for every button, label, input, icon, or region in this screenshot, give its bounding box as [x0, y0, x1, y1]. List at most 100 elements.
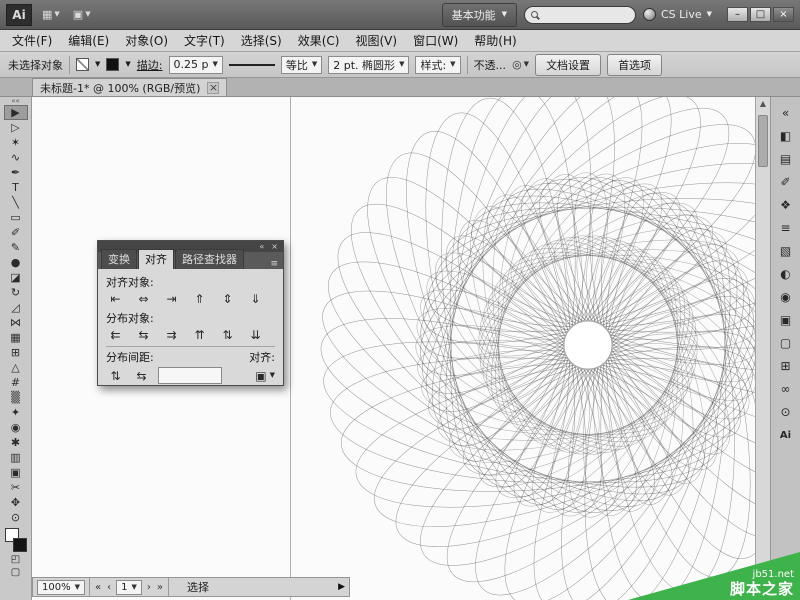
distribute-bottom-button[interactable]: ⇉ [162, 327, 181, 342]
pencil-tool[interactable]: ✎ [4, 240, 28, 255]
pen-tool[interactable]: ✒ [4, 165, 28, 180]
document-setup-button[interactable]: 文档设置 [535, 53, 602, 76]
stroke-swatch[interactable] [12, 538, 27, 552]
spacing-value-input[interactable] [158, 367, 222, 384]
fill-color-swatch[interactable] [76, 58, 89, 71]
slice-tool[interactable]: ✂ [4, 480, 28, 495]
menu-edit[interactable]: 编辑(E) [60, 29, 117, 52]
menu-help[interactable]: 帮助(H) [466, 29, 524, 52]
stroke-color-swatch[interactable] [106, 58, 120, 71]
width-profile-combo[interactable]: 等比 ▼ [280, 55, 323, 74]
tab-pathfinder[interactable]: 路径查找器 [175, 249, 244, 269]
align-h-center-button[interactable]: ⇔ [134, 291, 153, 306]
workspace-switcher-button[interactable]: 基本功能 ▼ [441, 2, 517, 27]
align-panel[interactable]: « × 变换 对齐 路径查找器 ≡ 对齐对象: ⇤ ⇔ ⇥ ⇑ ⇕ ⇓ 分布对象… [97, 240, 284, 386]
drawing-mode-icon[interactable]: ◰ [4, 553, 28, 566]
zoom-tool[interactable]: ⊙ [4, 510, 28, 525]
menu-window[interactable]: 窗口(W) [405, 29, 466, 52]
restore-button[interactable]: □ [750, 7, 771, 22]
artboard-number-combo[interactable]: 1 ▼ [116, 579, 142, 595]
menu-effect[interactable]: 效果(C) [290, 29, 348, 52]
gradient-tool[interactable]: ▒ [4, 390, 28, 405]
first-artboard-icon[interactable]: « [94, 582, 102, 593]
horizontal-spacing-button[interactable]: ⇆ [132, 368, 151, 383]
layers-panel-icon[interactable]: ▢ [774, 332, 798, 354]
symbols-panel-icon[interactable]: ❖ [774, 194, 798, 216]
ai-access-icon[interactable]: Ai [774, 424, 798, 446]
direct-selection-tool[interactable]: ▷ [4, 120, 28, 135]
next-artboard-icon[interactable]: › [146, 582, 152, 593]
align-to-dropdown[interactable]: ▣ ▼ [255, 369, 275, 383]
transparency-panel-icon[interactable]: ◐ [774, 263, 798, 285]
navigator-panel-icon[interactable]: ⊙ [774, 401, 798, 423]
close-button[interactable]: × [773, 7, 794, 22]
eraser-tool[interactable]: ◪ [4, 270, 28, 285]
perspective-grid-tool[interactable]: △ [4, 360, 28, 375]
graphic-styles-panel-icon[interactable]: ▣ [774, 309, 798, 331]
distribute-v-center-button[interactable]: ⇆ [134, 327, 153, 342]
color-panel-icon[interactable]: ◧ [774, 125, 798, 147]
scroll-up-icon[interactable]: ▲ [756, 99, 770, 108]
artboards-panel-icon[interactable]: ⊞ [774, 355, 798, 377]
selection-tool[interactable]: ▶ [3, 105, 28, 120]
align-top-button[interactable]: ⇑ [190, 291, 209, 306]
tab-transform[interactable]: 变换 [101, 249, 137, 269]
panel-close-icon[interactable]: × [271, 242, 278, 251]
status-expand-icon[interactable]: ▶ [338, 582, 345, 592]
stroke-width-combo[interactable]: 0.25 p ▼ [168, 55, 223, 74]
launch-bridge-icon[interactable]: ▦ ▼ [39, 7, 63, 22]
menu-object[interactable]: 对象(O) [117, 29, 176, 52]
align-left-button[interactable]: ⇤ [106, 291, 125, 306]
screen-mode-icon[interactable]: ▢ [4, 566, 28, 579]
search-box[interactable] [523, 5, 636, 24]
cs-live-button[interactable]: CS Live ▼ [642, 8, 712, 21]
shape-builder-tool[interactable]: ⊞ [4, 345, 28, 360]
fill-stroke-indicator[interactable] [4, 528, 27, 552]
symbol-sprayer-tool[interactable]: ✱ [4, 435, 28, 450]
distribute-left-button[interactable]: ⇈ [190, 327, 209, 342]
align-v-center-button[interactable]: ⇕ [218, 291, 237, 306]
stroke-label[interactable]: 描边: [137, 57, 163, 73]
minimize-button[interactable]: – [727, 7, 748, 22]
vertical-spacing-button[interactable]: ⇅ [106, 368, 125, 383]
tab-align[interactable]: 对齐 [138, 249, 174, 269]
style-combo[interactable]: 样式: ▼ [415, 55, 461, 74]
distribute-top-button[interactable]: ⇇ [106, 327, 125, 342]
last-artboard-icon[interactable]: » [156, 582, 164, 593]
hand-tool[interactable]: ✥ [4, 495, 28, 510]
mesh-tool[interactable]: # [4, 375, 28, 390]
magic-wand-tool[interactable]: ✶ [4, 135, 28, 150]
appearance-panel-icon[interactable]: ◉ [774, 286, 798, 308]
tools-panel-collapse-icon[interactable]: «« [0, 97, 31, 105]
lasso-tool[interactable]: ∿ [4, 150, 28, 165]
gradient-panel-icon[interactable]: ▧ [774, 240, 798, 262]
align-right-button[interactable]: ⇥ [162, 291, 181, 306]
menu-type[interactable]: 文字(T) [176, 29, 233, 52]
line-segment-tool[interactable]: ╲ [4, 195, 28, 210]
scrollbar-thumb[interactable] [758, 115, 768, 167]
arrange-documents-icon[interactable]: ▣ ▼ [70, 7, 94, 22]
panel-menu-icon[interactable]: ≡ [270, 259, 280, 269]
vertical-scrollbar[interactable]: ▲ ▼ [755, 97, 770, 600]
align-bottom-button[interactable]: ⇓ [246, 291, 265, 306]
blend-tool[interactable]: ◉ [4, 420, 28, 435]
rotate-tool[interactable]: ↻ [4, 285, 28, 300]
width-tool[interactable]: ⋈ [4, 315, 28, 330]
type-tool[interactable]: T [4, 180, 28, 195]
expand-panels-icon[interactable]: « [774, 102, 798, 124]
document-close-icon[interactable]: × [207, 81, 220, 94]
stroke-panel-icon[interactable]: ≡ [774, 217, 798, 239]
column-graph-tool[interactable]: ▥ [4, 450, 28, 465]
search-input[interactable] [542, 8, 625, 21]
rectangle-tool[interactable]: ▭ [4, 210, 28, 225]
artboard-tool[interactable]: ▣ [4, 465, 28, 480]
document-tab[interactable]: 未标题-1* @ 100% (RGB/预览) × [32, 78, 228, 96]
select-similar-button[interactable]: ◎ ▼ [512, 58, 529, 71]
links-panel-icon[interactable]: ∞ [774, 378, 798, 400]
preferences-button[interactable]: 首选项 [607, 53, 663, 76]
menu-view[interactable]: 视图(V) [347, 29, 405, 52]
distribute-right-button[interactable]: ⇊ [246, 327, 265, 342]
panel-collapse-icon[interactable]: « [259, 242, 264, 251]
brush-definition-combo[interactable]: 2 pt. 椭圆形 ▼ [328, 55, 410, 74]
previous-artboard-icon[interactable]: ‹ [106, 582, 112, 593]
